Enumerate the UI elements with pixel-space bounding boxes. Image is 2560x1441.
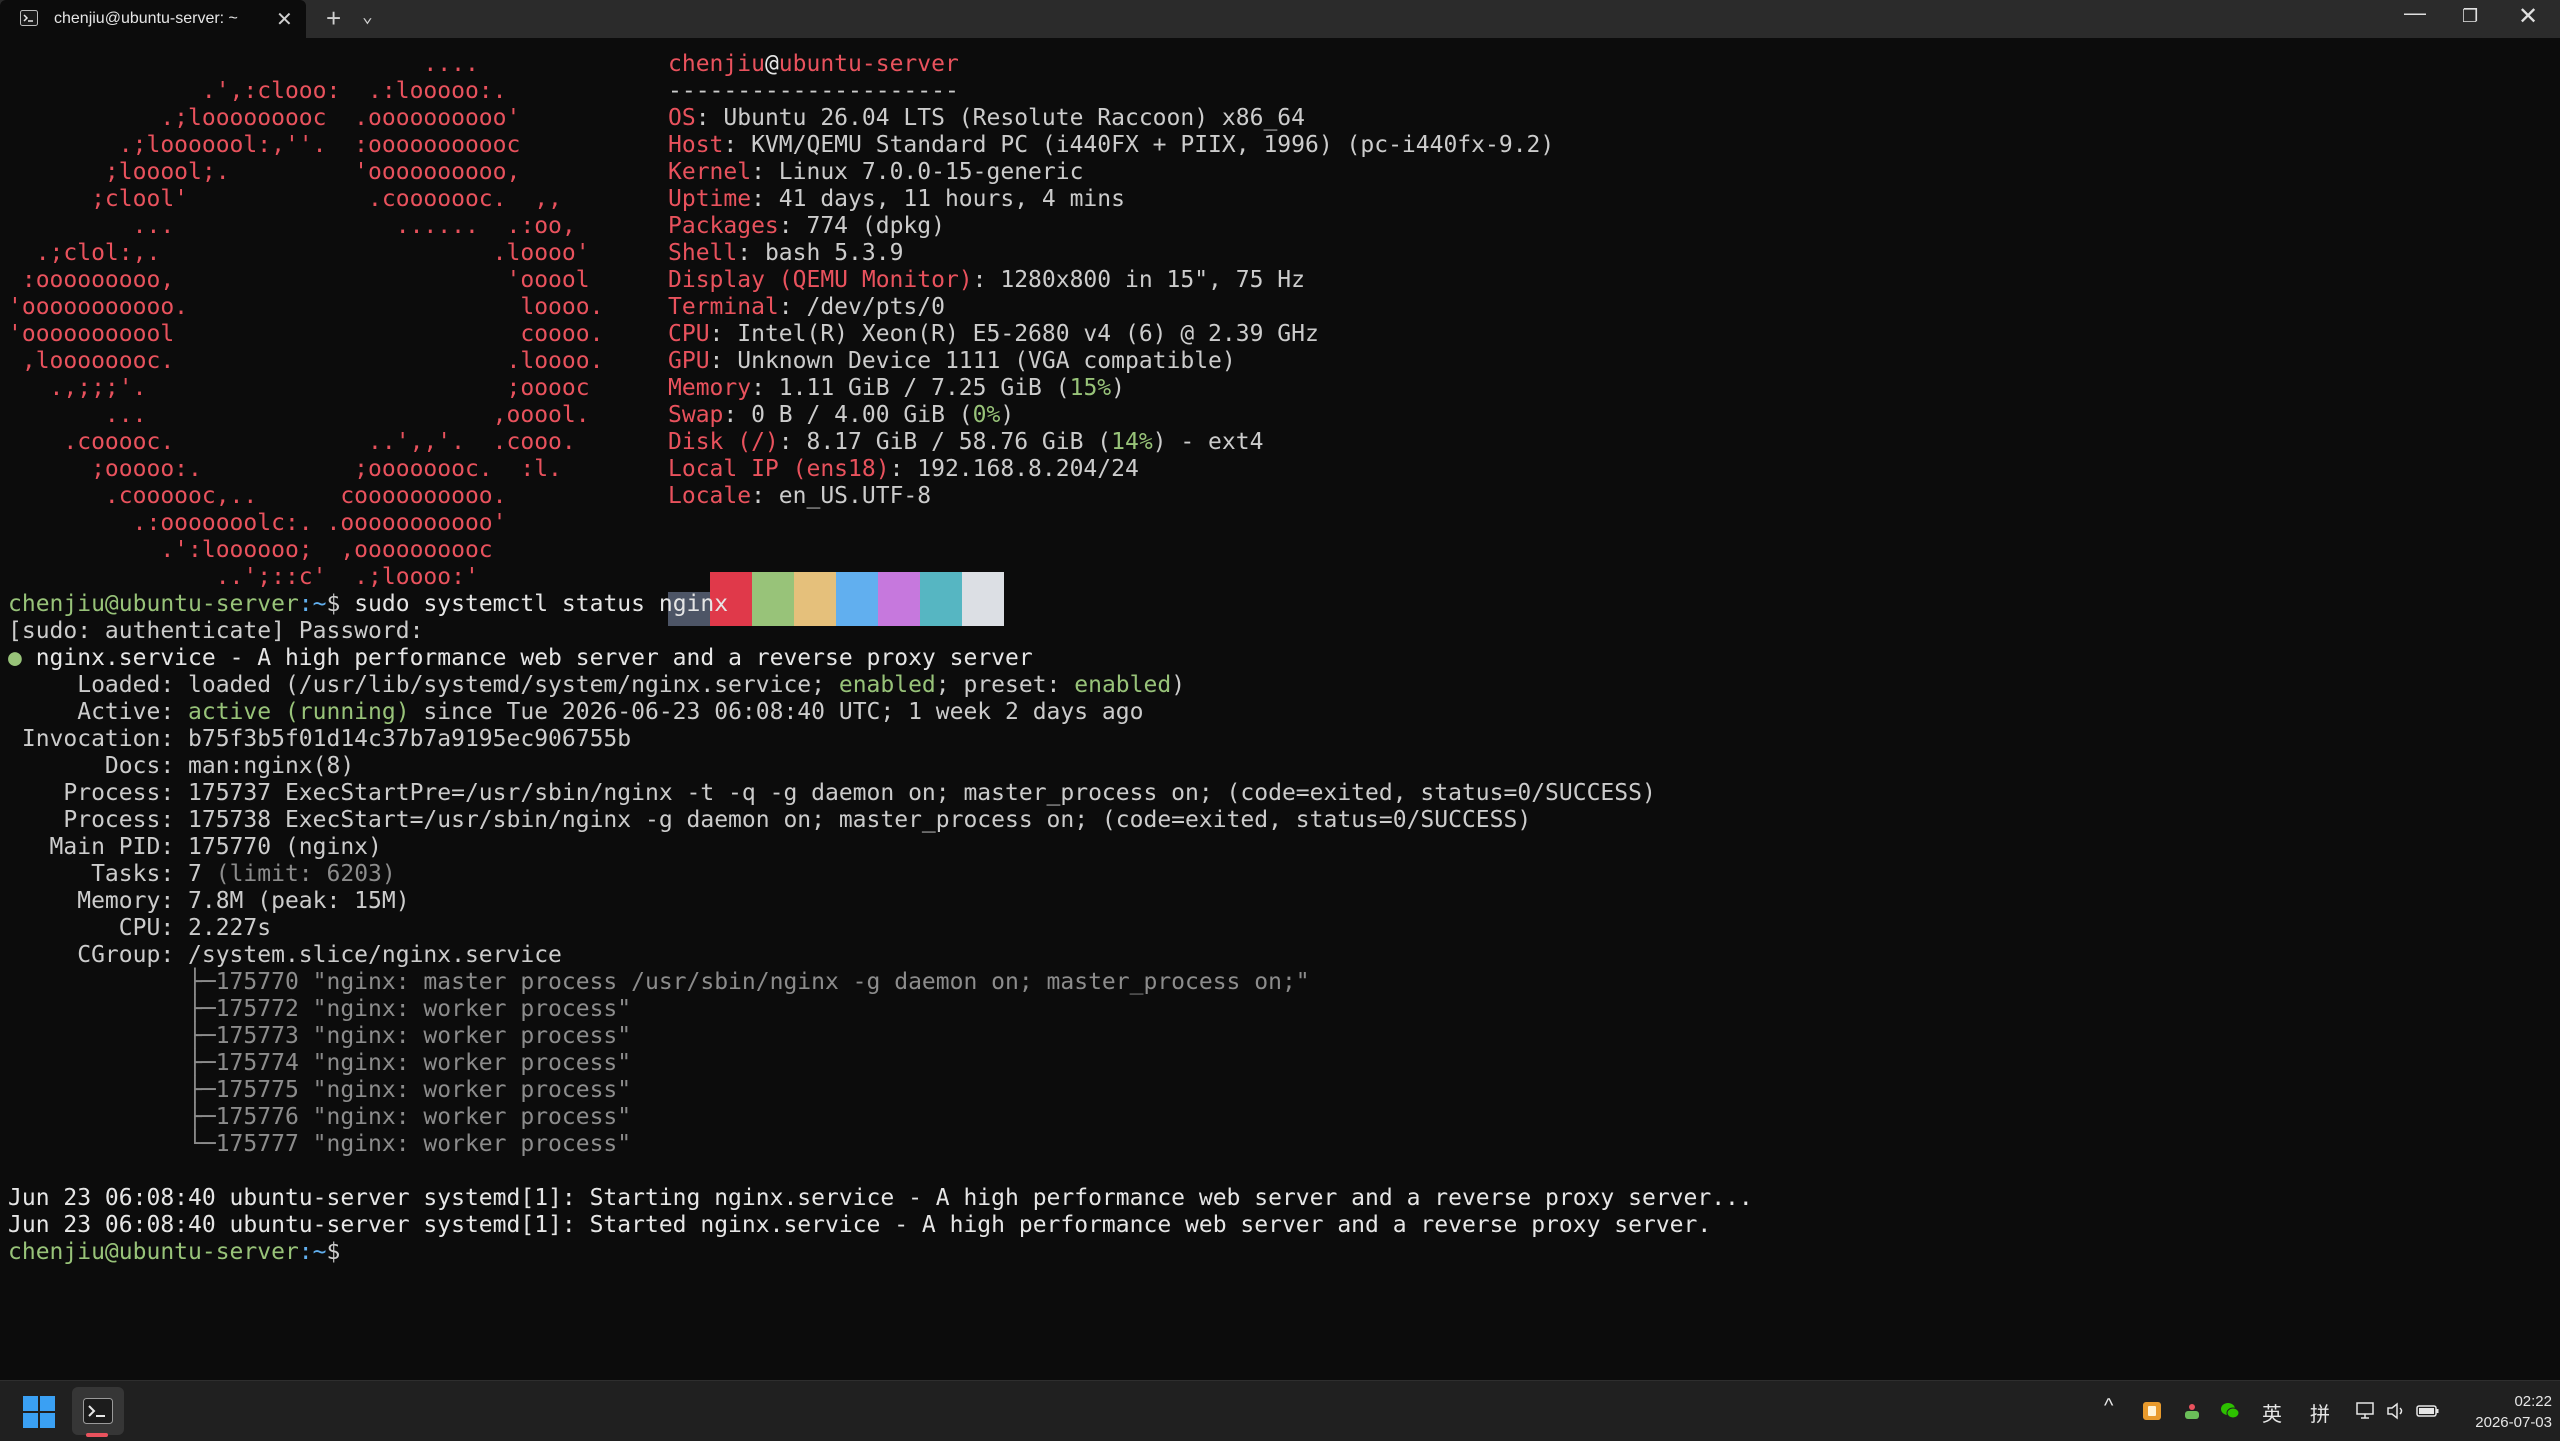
tab-title: chenjiu@ubuntu-server: ~ xyxy=(54,10,238,27)
journal-line: Jun 23 06:08:40 ubuntu-server systemd[1]… xyxy=(8,1185,1753,1211)
logo-line: ;looool;. 'oooooooooo, xyxy=(8,159,521,185)
cgroup-tree-line: ├─175773 "nginx: worker process" xyxy=(8,1023,632,1049)
command-line: chenjiu@ubuntu-server:~$ sudo systemctl … xyxy=(8,591,729,617)
process-line: Process: 175737 ExecStartPre=/usr/sbin/n… xyxy=(8,780,1656,806)
tray-app-icon[interactable] xyxy=(2142,1401,2162,1421)
sysinfo-swap: Swap: 0 B / 4.00 GiB (0%) xyxy=(668,402,1015,428)
color-swatch xyxy=(920,572,962,626)
cgroup-tree-line: ├─175774 "nginx: worker process" xyxy=(8,1050,632,1076)
sysinfo-shell: Shell: bash 5.3.9 xyxy=(668,240,904,266)
logo-line: .;clol:,. .loooo' xyxy=(8,240,590,266)
process-line: Process: 175738 ExecStart=/usr/sbin/ngin… xyxy=(8,807,1532,833)
logo-line: .coooooc,.. coooooooooo. xyxy=(8,483,507,509)
journal-line: Jun 23 06:08:40 ubuntu-server systemd[1]… xyxy=(8,1212,1712,1238)
active-line: Active: active (running) since Tue 2026-… xyxy=(8,699,1144,725)
logo-line: ;ooooo:. ;oooooooc. :l. xyxy=(8,456,562,482)
cgroup-tree-line: └─175777 "nginx: worker process" xyxy=(8,1131,632,1157)
logo-line: .':loooooo; ,oooooooooc xyxy=(8,537,493,563)
shell-prompt[interactable]: chenjiu@ubuntu-server:~$ xyxy=(8,1239,340,1266)
clock-time[interactable]: 02:22 xyxy=(2500,1393,2552,1410)
sysinfo-uptime: Uptime: 41 days, 11 hours, 4 mins xyxy=(668,186,1125,212)
logo-line: .cooooc. ..',,'. .cooo. xyxy=(8,429,576,455)
logo-line: .',:clooo: .:looooo:. xyxy=(8,78,507,104)
sysinfo-locale: Locale: en_US.UTF-8 xyxy=(668,483,932,509)
ime-mode-indicator[interactable]: 拼 xyxy=(2310,1398,2330,1427)
sysinfo-terminal: Terminal: /dev/pts/0 xyxy=(668,294,945,320)
cgroup-line: CGroup: /system.slice/nginx.service xyxy=(8,942,562,968)
sysinfo-gpu: GPU: Unknown Device 1111 (VGA compatible… xyxy=(668,348,1236,374)
cgroup-tree-line: ├─175772 "nginx: worker process" xyxy=(8,996,632,1022)
wechat-icon[interactable] xyxy=(2220,1401,2240,1421)
title-bar: chenjiu@ubuntu-server: ~ ✕ + ⌄ — ❐ ✕ xyxy=(0,0,2560,38)
sysinfo-memory: Memory: 1.11 GiB / 7.25 GiB (15%) xyxy=(668,375,1125,401)
terminal-output[interactable]: .... .',:clooo: .:looooo:. .;looooooooc … xyxy=(0,38,2548,1378)
cgroup-tree-line: ├─175775 "nginx: worker process" xyxy=(8,1077,632,1103)
sysinfo-local-ip: Local IP (ens18): 192.168.8.204/24 xyxy=(668,456,1139,482)
tasks-line: Tasks: 7 (limit: 6203) xyxy=(8,861,396,887)
chevron-down-icon[interactable]: ⌄ xyxy=(362,6,373,27)
sysinfo-disk: Disk (/): 8.17 GiB / 58.76 GiB (14%) - e… xyxy=(668,429,1264,455)
cgroup-tree-line: ├─175776 "nginx: worker process" xyxy=(8,1104,632,1130)
logo-line: .;looooool:,''. :ooooooooooc xyxy=(8,132,521,158)
sysinfo-display: Display (QEMU Monitor): 1280x800 in 15",… xyxy=(668,267,1305,293)
color-swatch xyxy=(794,572,836,626)
logo-line: .:ooooooolc:. .ooooooooooo' xyxy=(8,510,507,536)
taskbar-terminal-button[interactable] xyxy=(72,1387,124,1435)
sysinfo-kernel: Kernel: Linux 7.0.0-15-generic xyxy=(668,159,1084,185)
restore-button[interactable]: ❐ xyxy=(2462,6,2478,27)
sysinfo-separator: --------------------- xyxy=(668,78,959,104)
tray-game-icon[interactable] xyxy=(2182,1401,2202,1421)
volume-icon[interactable] xyxy=(2386,1401,2408,1421)
loaded-line: Loaded: loaded (/usr/lib/systemd/system/… xyxy=(8,672,1186,698)
sysinfo-title: chenjiu@ubuntu-server xyxy=(668,51,959,77)
logo-line: 'ooooooooooo. loooo. xyxy=(8,294,604,320)
logo-line: .... xyxy=(8,51,479,77)
terminal-icon xyxy=(83,1398,113,1424)
invocation-line: Invocation: b75f3b5f01d14c37b7a9195ec906… xyxy=(8,726,632,752)
logo-line: ..';::c' .;loooo:' xyxy=(8,564,479,590)
windows-start-icon[interactable] xyxy=(22,1395,56,1429)
minimize-button[interactable]: — xyxy=(2404,0,2426,26)
active-indicator xyxy=(86,1433,108,1437)
logo-line: ... ,ooool. xyxy=(8,402,590,428)
color-swatch xyxy=(752,572,794,626)
logo-line: :ooooooooo, 'ooool xyxy=(8,267,590,293)
main-pid-line: Main PID: 175770 (nginx) xyxy=(8,834,382,860)
network-icon[interactable] xyxy=(2356,1401,2378,1421)
cgroup-tree-line: ├─175770 "nginx: master process /usr/sbi… xyxy=(8,969,1310,995)
new-tab-button[interactable]: + xyxy=(326,3,341,34)
ime-language-indicator[interactable]: 英 xyxy=(2262,1398,2282,1427)
memory-line: Memory: 7.8M (peak: 15M) xyxy=(8,888,410,914)
tab-close-icon[interactable]: ✕ xyxy=(276,7,293,32)
taskbar: ^ 英 拼 02:22 2026-07-03 xyxy=(0,1380,2560,1441)
service-title: ● nginx.service - A high performance web… xyxy=(8,645,1033,671)
docs-line: Docs: man:nginx(8) xyxy=(8,753,355,779)
terminal-icon xyxy=(20,10,38,26)
logo-line: ,loooooooc. .loooo. xyxy=(8,348,604,374)
tab-terminal[interactable]: chenjiu@ubuntu-server: ~ ✕ xyxy=(0,0,306,38)
logo-line: ... ...... .:oo, xyxy=(8,213,576,239)
sudo-prompt: [sudo: authenticate] Password: xyxy=(8,618,424,644)
logo-line: ;clool' .cooooooc. ,, xyxy=(8,186,562,212)
sysinfo-packages: Packages: 774 (dpkg) xyxy=(668,213,945,239)
clock-date[interactable]: 2026-07-03 xyxy=(2454,1414,2552,1431)
sysinfo-os: OS: Ubuntu 26.04 LTS (Resolute Raccoon) … xyxy=(668,105,1305,131)
sysinfo-cpu: CPU: Intel(R) Xeon(R) E5-2680 v4 (6) @ 2… xyxy=(668,321,1319,347)
logo-line: .;looooooooc .oooooooooo' xyxy=(8,105,521,131)
color-swatch xyxy=(962,572,1004,626)
battery-icon[interactable] xyxy=(2416,1401,2440,1421)
close-button[interactable]: ✕ xyxy=(2518,2,2538,31)
sysinfo-host: Host: KVM/QEMU Standard PC (i440FX + PII… xyxy=(668,132,1555,158)
tray-overflow-chevron-icon[interactable]: ^ xyxy=(2104,1395,2113,1418)
logo-line: 'ooooooooool coooo. xyxy=(8,321,604,347)
cpu-line: CPU: 2.227s xyxy=(8,915,272,941)
logo-line: .,;;;'. ;ooooc xyxy=(8,375,590,401)
color-swatch xyxy=(836,572,878,626)
color-swatch xyxy=(878,572,920,626)
